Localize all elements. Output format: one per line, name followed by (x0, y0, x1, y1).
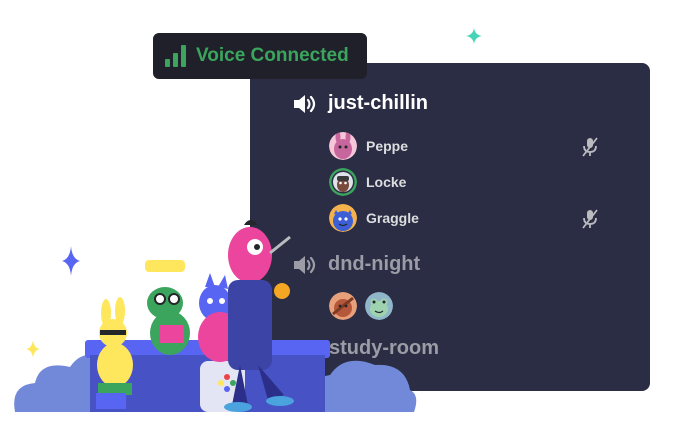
user-name: Locke (366, 174, 407, 190)
voice-connected-label: Voice Connected (196, 45, 349, 66)
green-ring-avatar (329, 168, 357, 196)
teal-sparkle-icon (466, 28, 482, 44)
channel-name: just-chillin (328, 92, 428, 114)
muted-mic-icon[interactable] (581, 137, 599, 157)
pink-creature-avatar (329, 132, 357, 160)
voice-user-peppe[interactable]: Peppe (329, 132, 408, 160)
voice-connected-badge[interactable]: Voice Connected (153, 33, 367, 79)
voice-user-locke[interactable]: Locke (329, 168, 406, 196)
channel-just-chillin[interactable]: just-chillin (292, 92, 428, 115)
muted-mic-icon[interactable] (581, 209, 599, 229)
user-name: Peppe (366, 138, 409, 154)
discord-characters-illustration (14, 220, 417, 412)
speaker-icon (294, 94, 316, 113)
signal-bars-icon (165, 45, 186, 67)
